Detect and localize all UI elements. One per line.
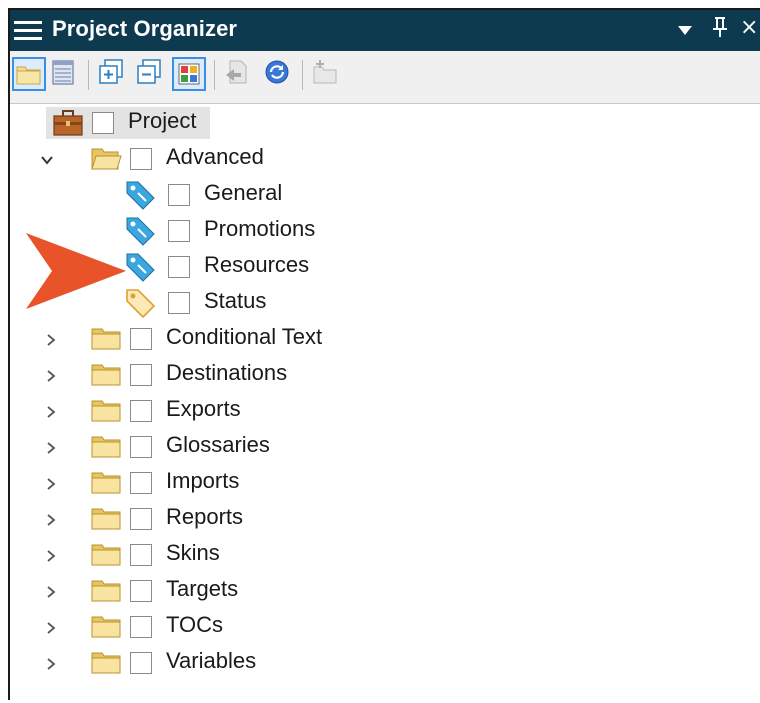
- tree-item-label: Promotions: [204, 216, 316, 241]
- toolbar-separator: [88, 60, 89, 90]
- expand-all-icon[interactable]: [96, 57, 130, 91]
- color-grid-icon[interactable]: [172, 57, 206, 91]
- tree-item-label: Glossaries: [166, 432, 270, 457]
- tree-item-label: Destinations: [166, 360, 288, 385]
- tree-root-project[interactable]: Project: [10, 105, 710, 141]
- tree-folder[interactable]: Conditional Text: [10, 321, 710, 357]
- chevron-right-icon[interactable]: [44, 369, 58, 383]
- folder-icon: [90, 431, 122, 463]
- promotions-checkbox[interactable]: [168, 220, 190, 242]
- resources-checkbox[interactable]: [168, 256, 190, 278]
- project-checkbox[interactable]: [92, 112, 114, 134]
- status-checkbox[interactable]: [168, 292, 190, 314]
- list-view-icon[interactable]: [48, 57, 82, 91]
- folder-checkbox[interactable]: [130, 616, 152, 638]
- panel-title: Project Organizer: [52, 16, 238, 41]
- tree-item-label: Exports: [166, 396, 241, 421]
- blue-tag-icon: [124, 251, 156, 283]
- tree-folder[interactable]: Variables: [10, 645, 710, 681]
- tree-folder[interactable]: Exports: [10, 393, 710, 429]
- toolbar-separator: [302, 60, 303, 90]
- tree-item-label: General: [204, 180, 283, 205]
- tree-item-label: Project: [128, 108, 197, 133]
- chevron-right-icon[interactable]: [44, 333, 58, 347]
- tree-folder[interactable]: Glossaries: [10, 429, 710, 465]
- blue-tag-icon: [124, 179, 156, 211]
- folder-icon: [90, 575, 122, 607]
- tree-item-label: Skins: [166, 540, 220, 565]
- folder-icon: [90, 539, 122, 571]
- folder-checkbox[interactable]: [130, 400, 152, 422]
- pin-icon[interactable]: [712, 15, 728, 44]
- chevron-right-icon[interactable]: [44, 513, 58, 527]
- tree-item-label: Advanced: [166, 144, 264, 169]
- open-folder-icon: [90, 143, 122, 175]
- tree-folder-advanced[interactable]: Advanced: [10, 141, 710, 177]
- tree-item-label: Variables: [166, 648, 257, 673]
- red-arrow-callout-icon: [24, 231, 128, 311]
- toolbar: [10, 51, 760, 104]
- orange-tag-icon: [124, 287, 156, 319]
- tree-item-label: TOCs: [166, 612, 224, 637]
- import-file-icon[interactable]: [222, 57, 256, 91]
- folder-icon: [90, 395, 122, 427]
- folder-icon: [90, 467, 122, 499]
- chevron-right-icon[interactable]: [44, 585, 58, 599]
- hamburger-icon[interactable]: [14, 19, 42, 41]
- close-icon[interactable]: ×: [740, 15, 758, 40]
- tree-item-label: Reports: [166, 504, 244, 529]
- folder-checkbox[interactable]: [130, 328, 152, 350]
- project-organizer-panel: Project Organizer × Project Advanced Gen…: [8, 8, 760, 700]
- new-folder-icon[interactable]: [310, 57, 344, 91]
- folder-checkbox[interactable]: [130, 364, 152, 386]
- folder-checkbox[interactable]: [130, 508, 152, 530]
- chevron-right-icon[interactable]: [44, 405, 58, 419]
- folder-icon: [90, 359, 122, 391]
- tree-folder[interactable]: Imports: [10, 465, 710, 501]
- collapse-all-icon[interactable]: [134, 57, 168, 91]
- folder-checkbox[interactable]: [130, 580, 152, 602]
- tree-folder[interactable]: Destinations: [10, 357, 710, 393]
- folder-checkbox[interactable]: [130, 544, 152, 566]
- tree-file-general[interactable]: General: [10, 177, 710, 213]
- blue-tag-icon: [124, 215, 156, 247]
- tree-item-label: Status: [204, 288, 267, 313]
- folder-icon: [90, 611, 122, 643]
- tree-item-label: Imports: [166, 468, 240, 493]
- tree-folder[interactable]: Targets: [10, 573, 710, 609]
- folder-icon: [90, 503, 122, 535]
- folder-icon: [90, 323, 122, 355]
- tree-item-label: Conditional Text: [166, 324, 323, 349]
- briefcase-icon: [52, 107, 84, 139]
- folder-checkbox[interactable]: [130, 652, 152, 674]
- chevron-right-icon[interactable]: [44, 549, 58, 563]
- general-checkbox[interactable]: [168, 184, 190, 206]
- dropdown-triangle-icon[interactable]: [678, 26, 692, 35]
- tree-folder[interactable]: TOCs: [10, 609, 710, 645]
- chevron-right-icon[interactable]: [44, 441, 58, 455]
- title-bar: Project Organizer ×: [10, 10, 760, 51]
- tree-item-label: Targets: [166, 576, 239, 601]
- tree-folder[interactable]: Reports: [10, 501, 710, 537]
- tree-folder[interactable]: Skins: [10, 537, 710, 573]
- chevron-right-icon[interactable]: [44, 657, 58, 671]
- folder-icon: [90, 647, 122, 679]
- refresh-icon[interactable]: [262, 57, 296, 91]
- project-tree: Project Advanced General Promotions Reso…: [10, 103, 760, 703]
- open-folder-view-icon[interactable]: [12, 57, 46, 91]
- tree-item-label: Resources: [204, 252, 310, 277]
- folder-checkbox[interactable]: [130, 472, 152, 494]
- folder-checkbox[interactable]: [130, 436, 152, 458]
- advanced-checkbox[interactable]: [130, 148, 152, 170]
- chevron-right-icon[interactable]: [44, 477, 58, 491]
- chevron-down-icon[interactable]: [40, 153, 54, 167]
- toolbar-separator: [214, 60, 215, 90]
- chevron-right-icon[interactable]: [44, 621, 58, 635]
